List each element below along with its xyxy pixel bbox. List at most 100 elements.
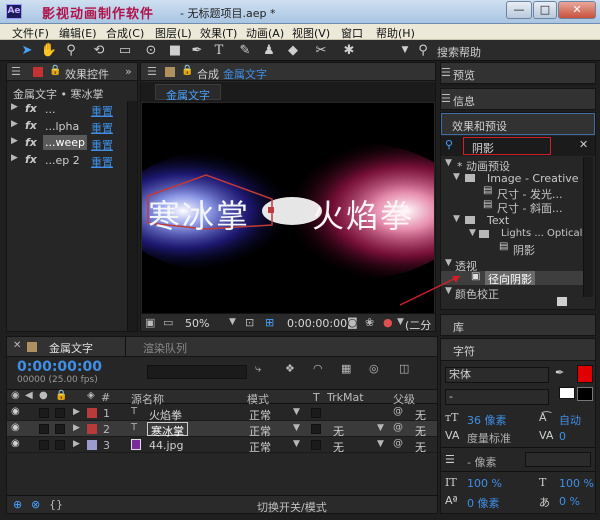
snapshot-icon[interactable]: ◙ (347, 316, 358, 329)
close-button[interactable]: ✕ (558, 1, 596, 19)
layer-name[interactable]: 44.jpg (149, 439, 184, 452)
expand-arrow-icon[interactable]: ▶ (73, 423, 80, 433)
presets-scrollbar[interactable] (583, 157, 593, 297)
stroke-swatch[interactable] (559, 387, 575, 399)
menu-layer[interactable]: 图层(L) (155, 25, 192, 41)
channel-icon[interactable]: ● (383, 316, 393, 329)
collapse-arrow-icon[interactable]: ▶ (11, 102, 18, 112)
timeline-search-input[interactable] (147, 365, 247, 379)
transfer-controls-icon[interactable]: ⊗ (31, 498, 40, 511)
solo-box[interactable] (39, 408, 49, 418)
tree-row[interactable]: ▼ Lights ... Optical (441, 227, 583, 241)
trkmat-dropdown-icon[interactable]: ▼ (377, 423, 384, 433)
lock-box[interactable] (55, 408, 65, 418)
reset-link[interactable]: 重置 (91, 103, 113, 119)
rectangle-tool-icon[interactable]: ■ (166, 42, 184, 59)
timeline-timecode[interactable]: 0:00:00:00 (17, 359, 102, 375)
minimize-button[interactable]: — (506, 1, 532, 19)
zoom-dropdown-icon[interactable]: ▼ (229, 317, 236, 327)
layer-mode[interactable]: 正常 (249, 439, 271, 455)
menu-animation[interactable]: 动画(A) (246, 25, 284, 41)
preserve-transparency-box[interactable] (311, 424, 321, 434)
expand-arrow-icon[interactable]: ▶ (73, 439, 80, 449)
graph-editor-icon[interactable]: ◫ (399, 362, 409, 375)
menu-window[interactable]: 窗口 (341, 25, 363, 41)
tree-row[interactable]: ▼ Image - Creative (441, 171, 583, 185)
resolution-label[interactable]: (二分 (405, 317, 431, 333)
audio-icon[interactable]: ◀ (25, 390, 33, 401)
stroke-width-value[interactable]: - 像素 (467, 454, 496, 470)
lock-box[interactable] (55, 440, 65, 450)
layer-name[interactable]: 寒冰掌 (147, 422, 188, 438)
reset-link[interactable]: 重置 (91, 137, 113, 153)
comp-timecode[interactable]: 0:00:00:00 (287, 317, 347, 330)
fx-toggle-icon[interactable]: fx (25, 153, 37, 166)
reset-link[interactable]: 重置 (91, 154, 113, 170)
layer-row-selected[interactable]: ◉ ▶ 2 T 寒冰掌 正常 ▼ 无 ▼ @ 无 (7, 421, 437, 438)
vertical-scale-value[interactable]: 100 % (467, 477, 502, 490)
monitor-icon[interactable]: ▭ (163, 316, 173, 329)
lock-column-icon[interactable]: 🔒 (55, 390, 67, 401)
in-out-icon[interactable]: {} (49, 498, 63, 511)
comp-viewer[interactable]: 寒冰掌 火焰拳 (142, 103, 434, 313)
close-tab-icon[interactable]: ✕ (13, 340, 21, 351)
kerning-value[interactable]: 度量标准 (467, 430, 511, 446)
effects-search-input[interactable]: 阴影 (463, 137, 551, 155)
frame-blending-icon[interactable]: ▦ (341, 362, 351, 375)
no-color-swatch[interactable] (577, 387, 593, 401)
zoom-tool-icon[interactable]: ⚲ (62, 42, 80, 59)
layer-trkmat[interactable]: 无 (333, 439, 344, 455)
panel-menu-icon[interactable]: ☰ (147, 65, 157, 78)
composition-name[interactable]: 金属文字 (223, 66, 267, 82)
toggle-switches-modes[interactable]: 切换开关/模式 (257, 499, 327, 515)
mode-dropdown-icon[interactable]: ▼ (293, 439, 300, 449)
tree-row[interactable]: ▤ 尺寸 - 斜面... (441, 199, 583, 215)
font-family-dropdown[interactable]: 宋体 (445, 367, 549, 383)
layer-row[interactable]: ◉ ▶ 1 T 火焰拳 正常 ▼ @ 无 (7, 405, 437, 422)
menu-effect[interactable]: 效果(T) (200, 25, 237, 41)
comp-mini-flowchart-icon[interactable]: ⤷ (255, 362, 261, 376)
eraser-tool-icon[interactable]: ◆ (284, 42, 302, 59)
layer-label-swatch[interactable] (87, 424, 97, 434)
eyedropper-icon[interactable]: ✒ (555, 366, 564, 379)
parent-pickwhip-icon[interactable]: @ (393, 438, 403, 449)
menu-edit[interactable]: 编辑(E) (59, 25, 97, 41)
layer-switches-icon[interactable]: ⊕ (13, 498, 22, 511)
tab-render-queue[interactable]: 渲染队列 (143, 340, 187, 356)
type-tool-icon[interactable]: T (210, 42, 228, 59)
font-size-value[interactable]: 36 像素 (467, 412, 507, 428)
selection-tool-icon[interactable]: ➤ (18, 42, 36, 59)
solo-icon[interactable]: ● (39, 390, 48, 401)
effect-row[interactable]: ▶ fx ... 重置 (7, 101, 127, 118)
parent-pickwhip-icon[interactable]: @ (393, 406, 403, 417)
layer-label-swatch[interactable] (87, 440, 97, 450)
leading-value[interactable]: 自动 (559, 412, 581, 428)
tracking-value[interactable]: 0 (559, 430, 566, 443)
reset-link[interactable]: 重置 (91, 120, 113, 136)
visibility-eye-icon[interactable]: ◉ (11, 422, 20, 433)
hand-tool-icon[interactable]: ✋ (40, 42, 58, 59)
tree-row[interactable]: ▼ Text (441, 213, 583, 227)
new-preset-icon[interactable] (557, 297, 567, 306)
camera-tool-icon[interactable]: ▭ (116, 42, 134, 59)
info-title[interactable]: 信息 (453, 93, 475, 109)
expand-arrow-icon[interactable]: ▼ (469, 228, 476, 238)
tree-row[interactable]: ▤ 阴影 (441, 241, 583, 257)
expand-arrow-icon[interactable]: ▶ (73, 407, 80, 417)
workspace-dropdown-icon[interactable]: ▼ (396, 42, 414, 59)
font-style-dropdown[interactable]: - (445, 389, 549, 405)
solo-box[interactable] (39, 424, 49, 434)
rotate-tool-icon[interactable]: ⟲ (90, 42, 108, 59)
visibility-eye-icon[interactable]: ◉ (11, 438, 20, 449)
puppet-pin-icon[interactable]: ✱ (340, 42, 358, 59)
layer-label-swatch[interactable] (87, 408, 97, 418)
expand-arrow-icon[interactable]: ▼ (445, 286, 452, 296)
menu-view[interactable]: 视图(V) (292, 25, 330, 41)
lock-box[interactable] (55, 424, 65, 434)
effect-row[interactable]: ▶ fx ...ep 2 重置 (7, 152, 127, 169)
effects-presets-title[interactable]: 效果和预设 (452, 118, 507, 134)
expand-arrow-icon[interactable]: ▼ (445, 258, 452, 268)
collapse-arrow-icon[interactable]: ▶ (11, 153, 18, 163)
mode-dropdown-icon[interactable]: ▼ (293, 423, 300, 433)
effect-row[interactable]: ▶ fx ...lpha 重置 (7, 118, 127, 135)
